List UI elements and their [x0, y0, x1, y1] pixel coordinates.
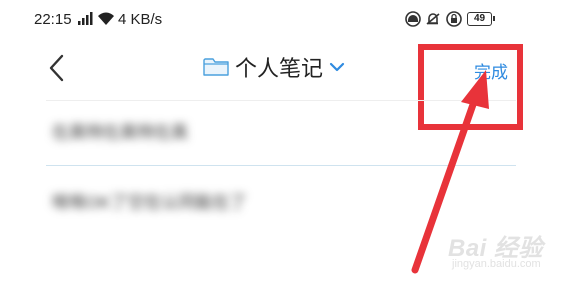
watermark: Bai 经验 jingyan.baidu.com [448, 228, 568, 278]
watermark-url: jingyan.baidu.com [452, 258, 541, 270]
